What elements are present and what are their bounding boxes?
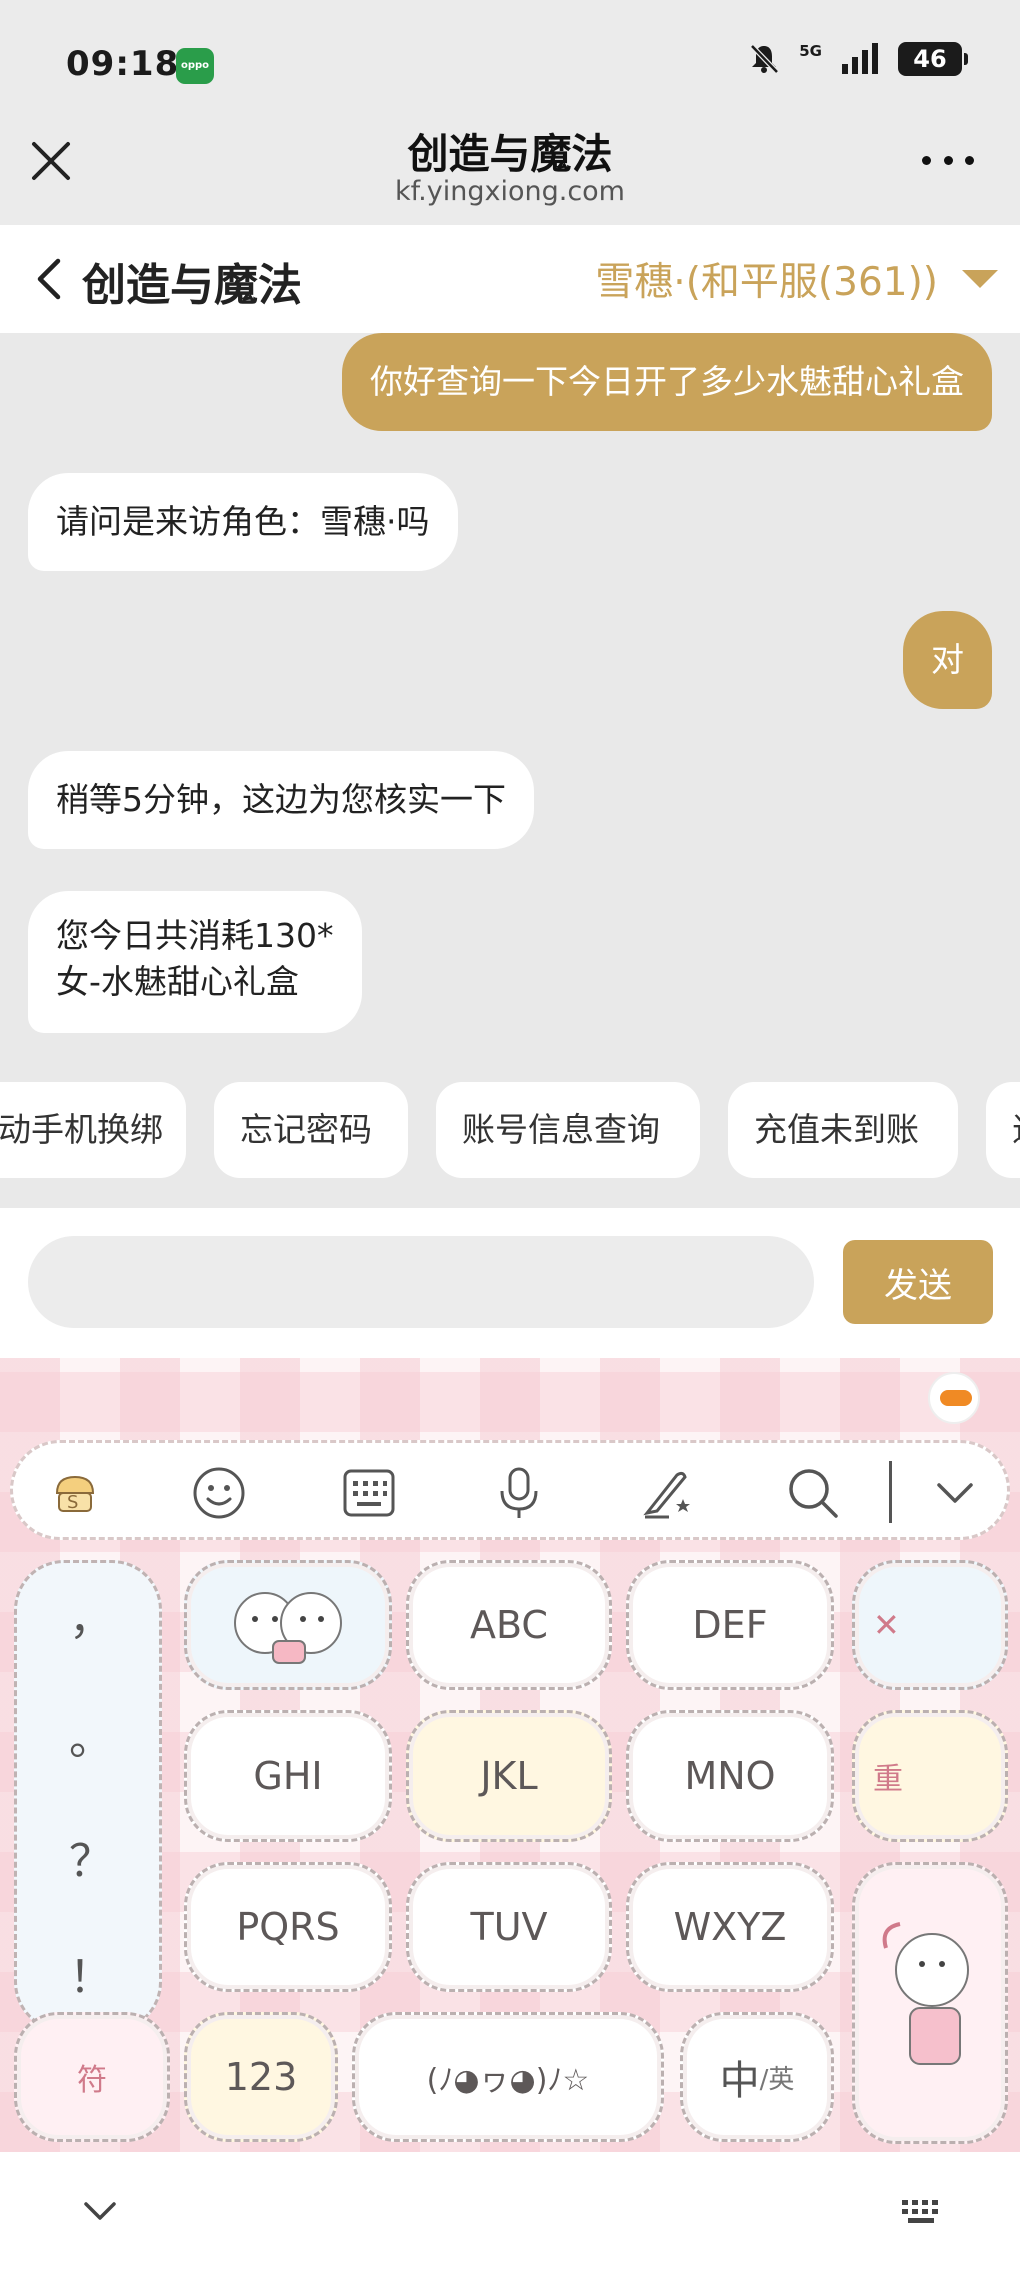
emoji-icon[interactable] (191, 1465, 247, 1521)
network-type: 5G (799, 42, 822, 60)
back-chevron-icon[interactable] (34, 255, 64, 303)
key-lang-switch[interactable]: 中/英 (680, 2012, 834, 2142)
punct-comma[interactable]: ， (17, 1583, 165, 1647)
keyboard-toolbar: S (10, 1440, 1010, 1540)
microphone-icon[interactable] (491, 1465, 547, 1521)
key-numbers[interactable]: 123 (184, 2012, 338, 2142)
message-input[interactable] (28, 1236, 814, 1328)
key-symbols[interactable]: 符 (14, 2012, 170, 2142)
quick-reply-chip[interactable]: 账号信息查询 (436, 1082, 700, 1178)
message-user: 对 (903, 611, 992, 709)
enter-bear-icon (882, 1922, 969, 2065)
system-navbar (0, 2152, 1020, 2278)
more-options-icon[interactable] (922, 150, 974, 170)
chat-area: 你好查询一下今日开了多少水魅甜心礼盒 请问是来访角色：雪穗·吗 对 稍等5分钟，… (0, 333, 1020, 1208)
punct-question[interactable]: ？ (17, 1825, 165, 1889)
toolbar-divider (889, 1461, 892, 1523)
input-bar: 发送 (0, 1208, 1020, 1358)
app-notification-icon: oppo (176, 48, 214, 84)
quick-reply-chip[interactable]: 动手机换绑 (0, 1082, 186, 1178)
key-tuv[interactable]: TUV (406, 1862, 612, 1992)
quick-reply-chip[interactable]: 退 (986, 1082, 1020, 1178)
key-wxyz[interactable]: WXYZ (626, 1862, 834, 1992)
role-selector[interactable]: 雪穗·(和平服(361)) (595, 251, 998, 307)
send-button[interactable]: 发送 (843, 1240, 993, 1324)
quick-reply-chip[interactable]: 忘记密码 (214, 1082, 408, 1178)
key-punct-sticker[interactable] (184, 1560, 392, 1690)
keyboard-switch-icon[interactable] (900, 2198, 944, 2226)
key-abc[interactable]: ABC (406, 1560, 612, 1690)
key-pqrs[interactable]: PQRS (184, 1862, 392, 1992)
status-bar: 09:18 oppo 5G 46 (0, 0, 1020, 120)
message-user: 你好查询一下今日开了多少水魅甜心礼盒 (342, 333, 992, 431)
mute-bell-icon (750, 44, 780, 74)
quick-replies: 动手机换绑 忘记密码 账号信息查询 充值未到账 退 (0, 1082, 1020, 1178)
message-agent: 稍等5分钟，这边为您核实一下 (28, 751, 534, 849)
bear-sticker-icon (234, 1592, 342, 1664)
key-def[interactable]: DEF (626, 1560, 834, 1690)
sogou-skin-icon[interactable]: S (47, 1465, 103, 1521)
key-enter[interactable] (852, 1862, 1008, 2144)
collapse-keyboard-icon[interactable] (927, 1465, 983, 1521)
ime-keyboard: S ， 。 ？ ！ ABC DEF ✕ GHI JKL MNO 重 PQRS T… (0, 1358, 1020, 2152)
web-url: kf.yingxiong.com (395, 176, 625, 207)
page-header: 创造与魔法 雪穗·(和平服(361)) (0, 225, 1020, 333)
key-ghi[interactable]: GHI (184, 1710, 392, 1842)
punctuation-column[interactable]: ， 。 ？ ！ (14, 1560, 162, 2032)
handwriting-icon[interactable] (639, 1465, 695, 1521)
svg-text:S: S (67, 1492, 78, 1513)
key-mno[interactable]: MNO (626, 1710, 834, 1842)
signal-icon (842, 43, 878, 74)
battery-icon: 46 (898, 42, 968, 76)
key-delete[interactable]: ✕ (852, 1560, 1008, 1690)
key-reenter[interactable]: 重 (852, 1710, 1008, 1842)
search-icon[interactable] (785, 1465, 841, 1521)
web-titlebar: 创造与魔法 kf.yingxiong.com (0, 120, 1020, 225)
quick-reply-chip[interactable]: 充值未到账 (728, 1082, 958, 1178)
key-jkl[interactable]: JKL (406, 1710, 612, 1842)
web-title: 创造与魔法 (407, 130, 613, 178)
message-agent: 请问是来访角色：雪穗·吗 (28, 473, 458, 571)
page-title: 创造与魔法 (82, 260, 302, 311)
hide-keyboard-icon[interactable] (82, 2196, 118, 2226)
caret-down-icon (962, 270, 998, 288)
status-icons: 5G 46 (747, 42, 968, 76)
keyboard-layout-icon[interactable] (341, 1465, 397, 1521)
mascot-icon[interactable] (928, 1372, 980, 1424)
role-selector-label: 雪穗·(和平服(361)) (595, 260, 938, 305)
message-agent: 您今日共消耗130* 女-水魅甜心礼盒 (28, 891, 362, 1033)
key-space-kaomoji[interactable]: (ﾉ◕ヮ◕)ﾉ☆ (352, 2012, 664, 2142)
status-time: 09:18 (66, 44, 180, 84)
punct-exclamation[interactable]: ！ (17, 1941, 165, 2005)
punct-period[interactable]: 。 (17, 1703, 165, 1767)
